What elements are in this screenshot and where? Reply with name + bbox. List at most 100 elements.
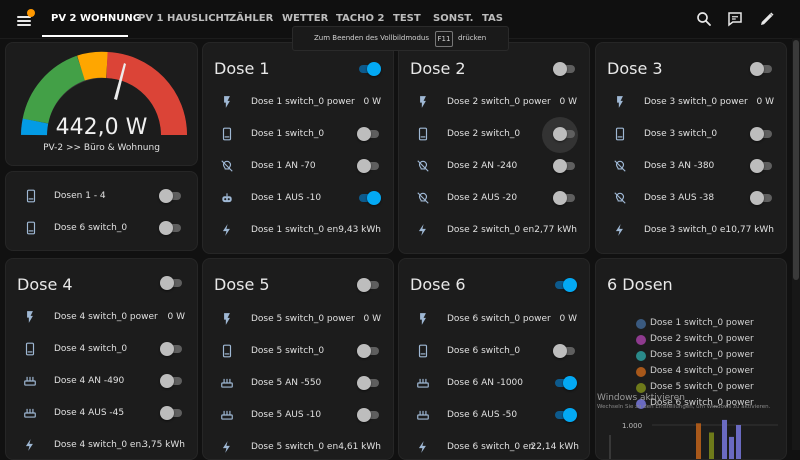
dose-6-aus-toggle[interactable]: [553, 408, 577, 422]
lightbulb-off-icon: [417, 160, 429, 172]
chart-bar: [696, 423, 701, 459]
dose-3-main-toggle[interactable]: [750, 62, 774, 76]
dose-5-main-toggle[interactable]: [357, 278, 381, 292]
row-label: Dose 6 AUS -50: [447, 410, 518, 420]
dose-3-aus-toggle[interactable]: [750, 191, 774, 205]
toast-key: F11: [435, 31, 453, 47]
tab-pv1-hauslicht[interactable]: PV 1 HAUSLICHT: [138, 0, 231, 38]
card-title: Dose 4: [17, 275, 73, 294]
dose-2-switch-toggle[interactable]: [542, 117, 578, 153]
row-label: Dose 5 AUS -10: [251, 410, 322, 420]
dose-1-switch-toggle[interactable]: [357, 127, 381, 141]
lightbulb-off-icon: [417, 192, 429, 204]
row-value: 0 W: [363, 314, 382, 324]
row-value: 9,43 kWh: [338, 225, 381, 235]
card-title: Dose 1: [214, 59, 270, 78]
phone-device-icon: [222, 344, 232, 358]
notification-badge: [27, 9, 35, 17]
phone-device-icon: [26, 189, 36, 203]
dose-4-aus-toggle[interactable]: [160, 406, 184, 420]
dose-2-aus-toggle[interactable]: [553, 191, 577, 205]
assist-icon[interactable]: [726, 10, 744, 28]
row-label: Dose 5 switch_0: [251, 346, 325, 356]
row-label: Dose 4 switch_0 power: [54, 312, 158, 322]
dose-6-an-toggle[interactable]: [553, 376, 577, 390]
row-label: Dose 3 AUS -38: [644, 193, 715, 203]
dose-2-an-toggle[interactable]: [553, 159, 577, 173]
router-icon: [417, 410, 429, 420]
row-label: Dose 4 AUS -45: [54, 408, 125, 418]
dose-5-an-toggle[interactable]: [357, 376, 381, 390]
router-icon: [221, 378, 233, 388]
dosen-1-4-toggle[interactable]: [159, 189, 183, 203]
gauge-segment-green: [22, 55, 86, 124]
dose-6-switch-toggle[interactable]: [159, 221, 183, 235]
dose-6-main-toggle[interactable]: [553, 278, 577, 292]
row-label: Dose 5 switch_0 en...: [251, 442, 339, 452]
row-label: Dose 6 switch_0 en...: [447, 442, 535, 452]
row-label: Dose 6 AN -1000: [447, 378, 524, 388]
dose-3-an-toggle[interactable]: [750, 159, 774, 173]
phone-device-icon: [25, 342, 35, 356]
row-label: Dose 3 switch_0 power: [644, 97, 748, 107]
lightbulb-off-icon: [614, 192, 626, 204]
row-label: Dose 1 AN -70: [251, 161, 316, 171]
row-label: Dose 3 switch_0 e...: [644, 225, 729, 235]
row-value: 3,75 kWh: [142, 440, 185, 450]
row-value: 4,61 kWh: [338, 442, 381, 452]
dose-1-card: Dose 1 Dose 1 switch_0 power 0 W Dose 1 …: [202, 42, 394, 254]
robot-icon: [222, 193, 232, 203]
dose-5-card: Dose 5 Dose 5 switch_0 power 0 W Dose 5 …: [202, 258, 394, 460]
row-label: Dose 2 AUS -20: [447, 193, 518, 203]
bolt-icon: [222, 441, 230, 453]
bolt-icon: [418, 224, 426, 236]
gauge-card[interactable]: 442,0 W PV-2 >> Büro & Wohnung: [5, 42, 198, 166]
dose-1-aus-toggle[interactable]: [357, 191, 381, 205]
card-title: Dose 5: [214, 275, 270, 294]
row-value: 10,77 kWh: [725, 225, 774, 235]
page-scrollbar[interactable]: [792, 38, 800, 450]
search-icon[interactable]: [695, 10, 713, 28]
windows-activation-watermark: Windows aktivieren: [597, 393, 685, 403]
tab-zaehler[interactable]: ZÄHLER: [229, 0, 273, 38]
row-label: Dose 6 switch_0: [447, 346, 521, 356]
edit-pencil-icon[interactable]: [758, 10, 776, 28]
gauge-name: PV-2 >> Büro & Wohnung: [43, 143, 160, 153]
phone-device-icon: [222, 127, 232, 141]
chart-bar: [709, 432, 714, 459]
scrollbar-thumb[interactable]: [793, 40, 799, 280]
dose-3-switch-toggle[interactable]: [750, 127, 774, 141]
dose-4-main-toggle[interactable]: [160, 276, 184, 290]
flash-icon: [420, 96, 426, 108]
dose-4-an-toggle[interactable]: [160, 374, 184, 388]
windows-activation-subtext: Wechseln Sie zu den Einstellungen, um Wi…: [597, 404, 771, 410]
row-label: Dose 6 switch_0 power: [447, 314, 551, 324]
bolt-icon: [418, 441, 426, 453]
dose-1-an-toggle[interactable]: [357, 159, 381, 173]
dose-5-switch-toggle[interactable]: [357, 344, 381, 358]
router-icon: [24, 408, 36, 418]
phone-device-icon: [418, 127, 428, 141]
phone-device-icon: [26, 221, 36, 235]
row-label: Dose 4 switch_0: [54, 344, 128, 354]
ytick-label: 1.000: [622, 422, 642, 430]
dose-6-switch-toggle[interactable]: [553, 344, 577, 358]
row-value: 0 W: [559, 314, 578, 324]
bar-chart: 1.000: [609, 419, 778, 459]
row-label: Dose 4 AN -490: [54, 376, 125, 386]
tab-pv2-wohnung[interactable]: PV 2 WOHNUNG: [51, 0, 141, 38]
row-value: 0 W: [363, 97, 382, 107]
dose-1-main-toggle[interactable]: [357, 62, 381, 76]
row-label: Dose 1 AUS -10: [251, 193, 322, 203]
phone-device-icon: [418, 344, 428, 358]
dose-2-main-toggle[interactable]: [553, 62, 577, 76]
row-label: Dose 1 switch_0 power: [251, 97, 355, 107]
dose-4-switch-toggle[interactable]: [160, 342, 184, 356]
dose-5-aus-toggle[interactable]: [357, 408, 381, 422]
row-value: 0 W: [756, 97, 775, 107]
row-label: Dose 3 AN -380: [644, 161, 715, 171]
row-label: Dose 6 switch_0: [54, 223, 128, 233]
flash-icon: [27, 311, 33, 323]
active-tab-indicator: [42, 35, 128, 37]
card-title: Dose 3: [607, 59, 663, 78]
